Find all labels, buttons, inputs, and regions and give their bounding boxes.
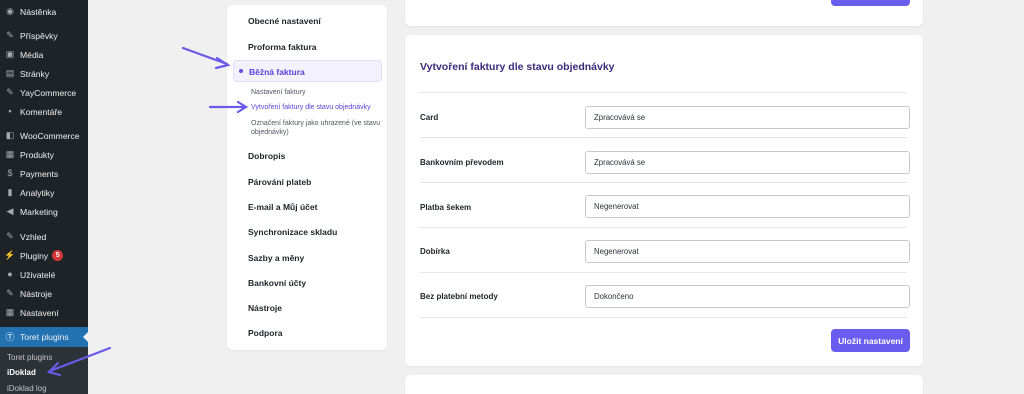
nav-item-nastroje[interactable]: Nástroje xyxy=(248,303,282,313)
sidebar-item-label: Média xyxy=(20,49,44,60)
status-select-bankovnim-prevodem[interactable]: Zpracovává se xyxy=(585,151,910,174)
submenu-item-idoklad[interactable]: iDoklad xyxy=(7,368,36,377)
sidebar-item-prispevky[interactable]: ✎ Příspěvky xyxy=(0,26,88,45)
tools-icon: ✎ xyxy=(6,288,14,298)
sidebar-item-label: Nástroje xyxy=(20,288,52,299)
row-label-bez-platebni-metody: Bez platební metody xyxy=(420,292,498,301)
sidebar-item-marketing[interactable]: ◀ Marketing xyxy=(0,202,88,221)
sidebar-item-stranky[interactable]: ▤ Stránky xyxy=(0,64,88,83)
settings-icon: ▦ xyxy=(5,307,15,317)
marketing-icon: ◀ xyxy=(6,206,14,216)
nav-item-proforma-faktura[interactable]: Proforma faktura xyxy=(248,42,317,52)
sidebar-item-nastenka[interactable]: ◉ Nástěnka xyxy=(0,2,88,21)
previous-settings-card: Uložit nastavení xyxy=(405,0,923,26)
sidebar-item-label: Nastavení xyxy=(20,307,59,318)
status-select-platba-sekem[interactable]: Negenerovat xyxy=(585,195,910,218)
nav-item-podpora[interactable]: Podpora xyxy=(248,328,282,338)
nav-subitem-vytvoreni-faktury[interactable]: Vytvoření faktury dle stavu objednávky xyxy=(251,103,371,112)
annotation-arrow-icon xyxy=(181,46,231,70)
row-label-bankovnim-prevodem: Bankovním převodem xyxy=(420,158,504,167)
pin-icon: ✎ xyxy=(6,30,14,40)
pages-icon: ▤ xyxy=(5,68,15,78)
sidebar-item-nastroje[interactable]: ✎ Nástroje xyxy=(0,284,88,303)
status-select-bez-platebni-metody[interactable]: Dokončeno xyxy=(585,285,910,308)
active-dot-icon xyxy=(239,69,243,73)
sidebar-item-label: Produkty xyxy=(20,149,54,160)
sidebar-item-label: Vzhled xyxy=(20,231,47,242)
woocommerce-icon: ◧ xyxy=(5,130,15,140)
toret-icon: Ⓣ xyxy=(5,331,15,342)
payments-icon: $ xyxy=(7,168,13,178)
sidebar-item-woocommerce[interactable]: ◧ WooCommerce xyxy=(0,126,88,145)
sidebar-item-payments[interactable]: $ Payments xyxy=(0,164,88,183)
appearance-icon: ✎ xyxy=(6,231,14,241)
admin-sidebar: ◉ Nástěnka ✎ Příspěvky ▣ Média ▤ Stránky ✎ Ya… xyxy=(0,0,88,394)
sidebar-item-label: Uživatelé xyxy=(20,269,56,280)
sidebar-item-nastaveni[interactable]: ▦ Nastavení xyxy=(0,303,88,322)
save-button[interactable]: Uložit nastavení xyxy=(831,329,910,352)
status-select-dobirka[interactable]: Negenerovat xyxy=(585,240,910,263)
row-label-card: Card xyxy=(420,113,439,122)
nav-subitem-oznaceni-faktury[interactable]: Označení faktury jako uhrazené (ve stavu xyxy=(251,119,380,128)
next-settings-card xyxy=(405,375,923,394)
update-count-badge: 5 xyxy=(52,250,64,261)
submenu-item-toret-plugins[interactable]: Toret plugins xyxy=(7,353,52,362)
section-title: Vytvoření faktury dle stavu objednávky xyxy=(420,61,615,73)
sidebar-item-vzhled[interactable]: ✎ Vzhled xyxy=(0,227,88,246)
divider xyxy=(420,182,907,183)
sidebar-item-yaycommerce[interactable]: ✎ YayCommerce xyxy=(0,83,88,102)
sidebar-item-toret-plugins[interactable]: Ⓣ Toret plugins xyxy=(0,327,88,347)
nav-item-dobropis[interactable]: Dobropis xyxy=(248,151,285,161)
save-button-top[interactable]: Uložit nastavení xyxy=(831,0,910,6)
sidebar-item-analytiky[interactable]: ▮ Analytiky xyxy=(0,183,88,202)
sidebar-item-label: WooCommerce xyxy=(20,130,80,141)
nav-item-label: Běžná faktura xyxy=(249,67,305,77)
divider xyxy=(420,317,907,318)
sidebar-item-media[interactable]: ▣ Média xyxy=(0,45,88,64)
products-icon: ▦ xyxy=(5,149,15,159)
sidebar-item-uzivatele[interactable]: ● Uživatelé xyxy=(0,265,88,284)
nav-item-email-muj-ucet[interactable]: E-mail a Můj účet xyxy=(248,202,317,212)
nav-item-bankovni-ucty[interactable]: Bankovní účty xyxy=(248,278,306,288)
sidebar-item-label: Analytiky xyxy=(20,187,55,198)
sidebar-item-label: Payments xyxy=(20,168,59,179)
sidebar-item-label: Marketing xyxy=(20,206,58,217)
yaycommerce-icon: ✎ xyxy=(6,87,14,97)
media-icon: ▣ xyxy=(5,49,15,59)
nav-subitem-oznaceni-faktury-cont[interactable]: objednávky) xyxy=(251,128,289,137)
sidebar-item-label: Pluginy xyxy=(20,250,49,261)
analytics-icon: ▮ xyxy=(7,187,13,197)
row-label-dobirka: Dobírka xyxy=(420,247,450,256)
sidebar-item-komentare[interactable]: ▪ Komentáře xyxy=(0,102,88,121)
comments-icon: ▪ xyxy=(8,106,12,116)
sidebar-submenu: Toret plugins iDoklad iDoklad log xyxy=(0,347,88,394)
row-label-platba-sekem: Platba šekem xyxy=(420,203,472,212)
divider xyxy=(420,137,907,138)
users-icon: ● xyxy=(7,269,13,279)
settings-nav: Obecné nastavení Proforma faktura Běžná … xyxy=(227,5,387,350)
status-select-card[interactable]: Zpracovává se xyxy=(585,106,910,129)
nav-subitem-nastaveni-faktury[interactable]: Nastavení faktury xyxy=(251,88,305,97)
nav-item-synchronizace-skladu[interactable]: Synchronizace skladu xyxy=(248,227,337,237)
sidebar-item-pluginy[interactable]: ⚡ Pluginy 5 xyxy=(0,246,88,265)
divider xyxy=(420,92,907,93)
sidebar-item-label: Nástěnka xyxy=(20,6,57,17)
invoice-status-settings-card: Vytvoření faktury dle stavu objednávky C… xyxy=(405,35,923,366)
active-menu-arrow xyxy=(83,332,88,342)
sidebar-item-label: YayCommerce xyxy=(20,87,77,98)
sidebar-item-label: Příspěvky xyxy=(20,30,58,41)
nav-item-bezna-faktura[interactable]: Běžná faktura xyxy=(233,60,382,82)
sidebar-item-label: Stránky xyxy=(20,68,50,79)
nav-item-parovani-plateb[interactable]: Párování plateb xyxy=(248,177,311,187)
submenu-item-idoklad-log[interactable]: iDoklad log xyxy=(7,384,47,393)
divider xyxy=(420,272,907,273)
nav-item-obecne-nastaveni[interactable]: Obecné nastavení xyxy=(248,16,321,26)
sidebar-item-label: Toret plugins xyxy=(20,332,69,342)
sidebar-item-produkty[interactable]: ▦ Produkty xyxy=(0,145,88,164)
sidebar-item-label: Komentáře xyxy=(20,106,63,117)
nav-item-sazby-a-meny[interactable]: Sazby a měny xyxy=(248,253,304,263)
divider xyxy=(420,227,907,228)
plugins-icon: ⚡ xyxy=(4,250,16,260)
dashboard-icon: ◉ xyxy=(6,6,14,16)
